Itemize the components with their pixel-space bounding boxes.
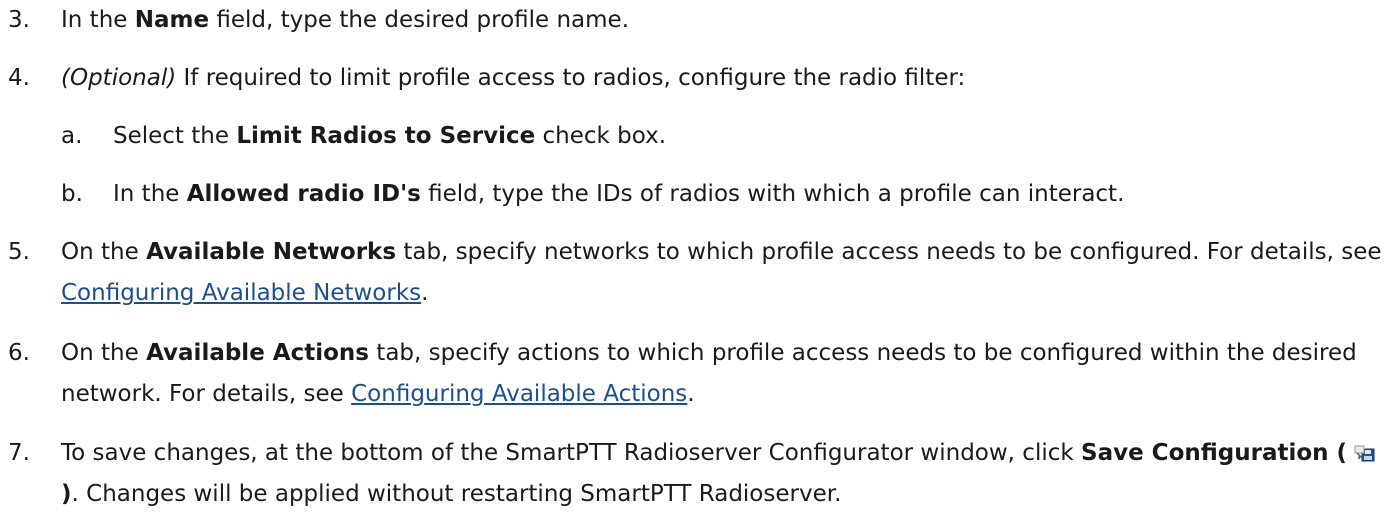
step-text-segment: . [421, 280, 429, 306]
step-text-segment: If required to limit profile access to r… [176, 65, 966, 91]
step-7: 7. To save changes, at the bottom of the… [0, 433, 1392, 515]
step-text: Select the Limit Radios to Service check… [113, 116, 1392, 157]
step-text: (Optional) If required to limit profile … [61, 58, 1392, 99]
step-text: On the Available Actions tab, specify ac… [61, 333, 1392, 415]
step-number: 4. [8, 65, 30, 91]
step-number: 3. [8, 7, 30, 33]
step-text: In the Allowed radio ID's field, type th… [113, 174, 1392, 215]
step-3: 3. In the Name field, type the desired p… [0, 0, 1392, 41]
step-text-segment: . Changes will be applied without restar… [71, 481, 842, 507]
step-text-segment: To save changes, at the bottom of the Sm… [61, 440, 1081, 466]
step-text: To save changes, at the bottom of the Sm… [61, 433, 1392, 515]
step-text-segment: Select the [113, 123, 237, 149]
step-text: On the Available Networks tab, specify n… [61, 232, 1392, 314]
save-configuration-icon [1354, 435, 1377, 462]
step-text: In the Name field, type the desired prof… [61, 0, 1392, 41]
step-text-segment: In the [113, 181, 187, 207]
step-text-segment: On the [61, 239, 147, 265]
step-number: 6. [8, 340, 30, 366]
step-number: b. [61, 181, 83, 207]
configuring-available-networks-link[interactable]: Configuring Available Networks [61, 280, 421, 306]
field-name: Name [134, 7, 210, 33]
step-4: 4. (Optional) If required to limit profi… [0, 58, 1392, 99]
field-name: Allowed radio ID's [186, 181, 421, 207]
button-name: Save Configuration ( [1081, 440, 1348, 466]
step-text-segment: tab, specify networks to which profile a… [396, 239, 1382, 265]
step-5: 5. On the Available Networks tab, specif… [0, 232, 1392, 314]
substep-b: b. In the Allowed radio ID's field, type… [0, 174, 1392, 215]
tab-name: Available Actions [146, 340, 369, 366]
step-text-segment: check box. [535, 123, 667, 149]
step-6: 6. On the Available Actions tab, specify… [0, 333, 1392, 415]
step-number: a. [61, 123, 83, 149]
step-text-segment: field, type the desired profile name. [209, 7, 630, 33]
step-number: 7. [8, 440, 30, 466]
step-text-segment: On the [61, 340, 147, 366]
button-name-close: ) [61, 481, 72, 507]
step-number: 5. [8, 239, 30, 265]
step-text-segment: In the [61, 7, 135, 33]
configuring-available-actions-link[interactable]: Configuring Available Actions [351, 381, 687, 407]
step-text-segment: field, type the IDs of radios with which… [420, 181, 1125, 207]
tab-name: Available Networks [146, 239, 397, 265]
substep-a: a. Select the Limit Radios to Service ch… [0, 116, 1392, 157]
optional-label: (Optional) [61, 65, 177, 91]
step-text-segment: . [687, 381, 695, 407]
checkbox-name: Limit Radios to Service [236, 123, 536, 149]
